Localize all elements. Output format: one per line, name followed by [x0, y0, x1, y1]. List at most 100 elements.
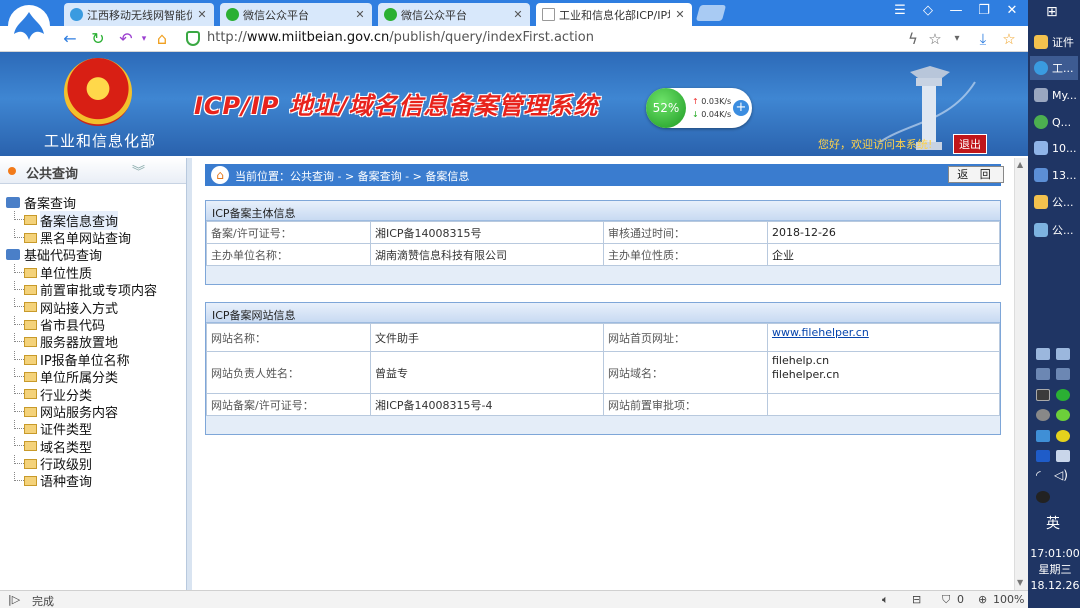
- collapse-chevron-icon[interactable]: ︾: [132, 161, 145, 180]
- nav-item-certificate-type[interactable]: 证件类型: [6, 420, 157, 438]
- tab-label: 微信公众平台: [401, 8, 467, 22]
- browser-logo-icon[interactable]: [6, 4, 52, 48]
- scroll-up-icon[interactable]: ▲: [1017, 160, 1023, 169]
- nav-item-unit-nature[interactable]: 单位性质: [6, 263, 157, 282]
- sidebar-toggle-icon[interactable]: |▷: [8, 593, 20, 606]
- nav-item-language[interactable]: 语种查询: [6, 472, 157, 490]
- taskbar-item-10[interactable]: 10...: [1030, 136, 1078, 160]
- refresh-icon[interactable]: ↻: [88, 29, 108, 48]
- nav-item-label: IP报备单位名称: [40, 353, 130, 369]
- tray-pen-icon[interactable]: [1036, 368, 1050, 380]
- nav-item-industry[interactable]: 行业分类: [6, 385, 157, 404]
- url-prefix: http://: [207, 30, 247, 45]
- tab-miit-icp[interactable]: 工业和信息化部ICP/IP地 ✕: [536, 3, 692, 26]
- nav-group-record-query[interactable]: 备案查询: [6, 194, 157, 212]
- tray-settings-icon[interactable]: [1036, 409, 1050, 421]
- restore-icon[interactable]: ❐: [974, 3, 994, 18]
- nav-item-unit-category[interactable]: 单位所属分类: [6, 367, 157, 386]
- windows-start-icon[interactable]: ⊞: [1046, 4, 1058, 20]
- nav-item-service-content[interactable]: 网站服务内容: [6, 402, 157, 421]
- tray-app-icon[interactable]: [1036, 348, 1050, 360]
- bookmark-star-icon[interactable]: ☆: [926, 30, 944, 48]
- tab-wechat-mp-2[interactable]: 微信公众平台 ✕: [378, 3, 530, 26]
- home-icon[interactable]: ⌂: [152, 29, 172, 48]
- page-scrollbar[interactable]: ▲ ▼: [1014, 158, 1028, 590]
- table-row: 主办单位名称： 湖南滴赞信息科技有限公司 主办单位性质： 企业: [206, 243, 1000, 266]
- nav-item-record-info-query[interactable]: 备案信息查询: [6, 210, 157, 230]
- tray-battery-icon[interactable]: [1056, 450, 1070, 462]
- zoom-level[interactable]: 100%: [993, 593, 1024, 606]
- nav-item-ip-unit-name[interactable]: IP报备单位名称: [6, 350, 157, 369]
- status-text: 完成: [32, 595, 54, 608]
- volume-icon[interactable]: ◁): [1054, 468, 1068, 482]
- taskbar-item-q[interactable]: Q...: [1030, 110, 1078, 134]
- nav-item-admin-level[interactable]: 行政级别: [6, 454, 157, 473]
- home-url-link[interactable]: www.filehelper.cn: [772, 326, 869, 339]
- tray-camera-icon[interactable]: [1036, 389, 1050, 401]
- tray-app-icon[interactable]: [1056, 409, 1070, 421]
- qq-icon[interactable]: [1036, 491, 1050, 503]
- taskbar-item-certificates[interactable]: 证件: [1030, 30, 1078, 54]
- bluetooth-icon[interactable]: [1036, 450, 1050, 462]
- secure-shield-icon: [186, 31, 200, 46]
- nav-item-server-location[interactable]: 服务器放置地: [6, 333, 157, 351]
- network-speed-widget[interactable]: 52% ↑ 0.03K/s ↓ 0.04K/s +: [646, 88, 752, 128]
- back-arrow-icon[interactable]: ←: [60, 29, 80, 48]
- taskbar-item-gong-1[interactable]: 公...: [1030, 190, 1078, 214]
- undo-icon[interactable]: ↶: [116, 29, 136, 48]
- skin-icon[interactable]: ◇: [918, 3, 938, 18]
- tray-pen-icon[interactable]: [1056, 368, 1070, 380]
- browser-icon: [1034, 61, 1048, 75]
- lock-icon[interactable]: ⊟: [912, 593, 921, 606]
- url-field[interactable]: http://www.miitbeian.gov.cn/publish/quer…: [207, 30, 594, 45]
- tab-close-icon[interactable]: ✕: [196, 8, 208, 21]
- speaker-icon[interactable]: 🔈︎: [882, 593, 889, 607]
- tab-close-icon[interactable]: ✕: [512, 8, 524, 21]
- undo-dropdown-icon[interactable]: ▾: [134, 34, 154, 44]
- nav-group-basic-code-query[interactable]: 基础代码查询: [6, 246, 157, 264]
- shield-icon[interactable]: ⛉: [942, 593, 950, 607]
- ministry-name: 工业和信息化部: [44, 132, 157, 150]
- tab-jiangxi-mobile[interactable]: 江西移动无线网智能优化 ✕: [64, 3, 214, 26]
- close-window-icon[interactable]: ✕: [1002, 3, 1022, 18]
- dropdown-icon[interactable]: ▾: [948, 33, 966, 44]
- nav-item-region-code[interactable]: 省市县代码: [6, 315, 157, 334]
- wifi-icon[interactable]: ◜: [1036, 468, 1041, 482]
- tray-app-icon[interactable]: [1056, 348, 1070, 360]
- tab-close-icon[interactable]: ✕: [354, 8, 366, 21]
- tray-wechat-icon[interactable]: [1056, 389, 1070, 401]
- nav-item-domain-type[interactable]: 域名类型: [6, 437, 157, 456]
- zoom-icon[interactable]: ⊕: [978, 593, 987, 606]
- taskbar-item-browser[interactable]: 工...: [1030, 56, 1078, 80]
- logout-button[interactable]: 退出: [953, 134, 987, 154]
- new-tab-button[interactable]: [695, 5, 727, 21]
- favorites-star-icon[interactable]: ☆: [1000, 30, 1018, 48]
- back-button[interactable]: 返 回: [948, 166, 1004, 183]
- nav-header[interactable]: 公共查询 ︾: [0, 158, 186, 184]
- menu-icon[interactable]: ☰: [890, 3, 910, 18]
- nav-heading: 公共查询: [26, 167, 79, 182]
- scroll-down-icon[interactable]: ▼: [1017, 578, 1023, 587]
- tray-plus-icon[interactable]: [1056, 430, 1070, 442]
- minimize-icon[interactable]: —: [946, 3, 966, 18]
- taskbar-item-13[interactable]: 13...: [1030, 163, 1078, 187]
- tab-wechat-mp-1[interactable]: 微信公众平台 ✕: [220, 3, 372, 26]
- nav-item-access-method[interactable]: 网站接入方式: [6, 298, 157, 317]
- taskbar-item-gong-2[interactable]: 公...: [1030, 218, 1078, 242]
- page-leaf-icon: [24, 424, 37, 435]
- lightning-icon[interactable]: ϟ: [904, 30, 922, 48]
- taskbar-clock[interactable]: 17:01:00 星期三 18.12.26: [1030, 546, 1080, 594]
- subject-table: 备案/许可证号： 湘ICP备14008315号 审核通过时间： 2018-12-…: [206, 221, 1000, 266]
- tray-monitor-icon[interactable]: [1036, 430, 1050, 442]
- app-icon: [1034, 115, 1048, 129]
- taskbar-item-my[interactable]: My...: [1030, 83, 1078, 107]
- speed-plus-icon[interactable]: +: [733, 100, 749, 116]
- tree-line: [14, 228, 24, 238]
- clock-date: 18.12.26: [1030, 579, 1080, 592]
- input-method-indicator[interactable]: 英: [1046, 513, 1060, 533]
- download-icon[interactable]: ⤓: [974, 30, 992, 48]
- nav-item-blacklist-query[interactable]: 黑名单网站查询: [6, 228, 157, 247]
- nav-item-pre-approval[interactable]: 前置审批或专项内容: [6, 280, 157, 299]
- home-icon[interactable]: ⌂: [211, 166, 229, 184]
- tab-close-icon[interactable]: ✕: [674, 8, 686, 21]
